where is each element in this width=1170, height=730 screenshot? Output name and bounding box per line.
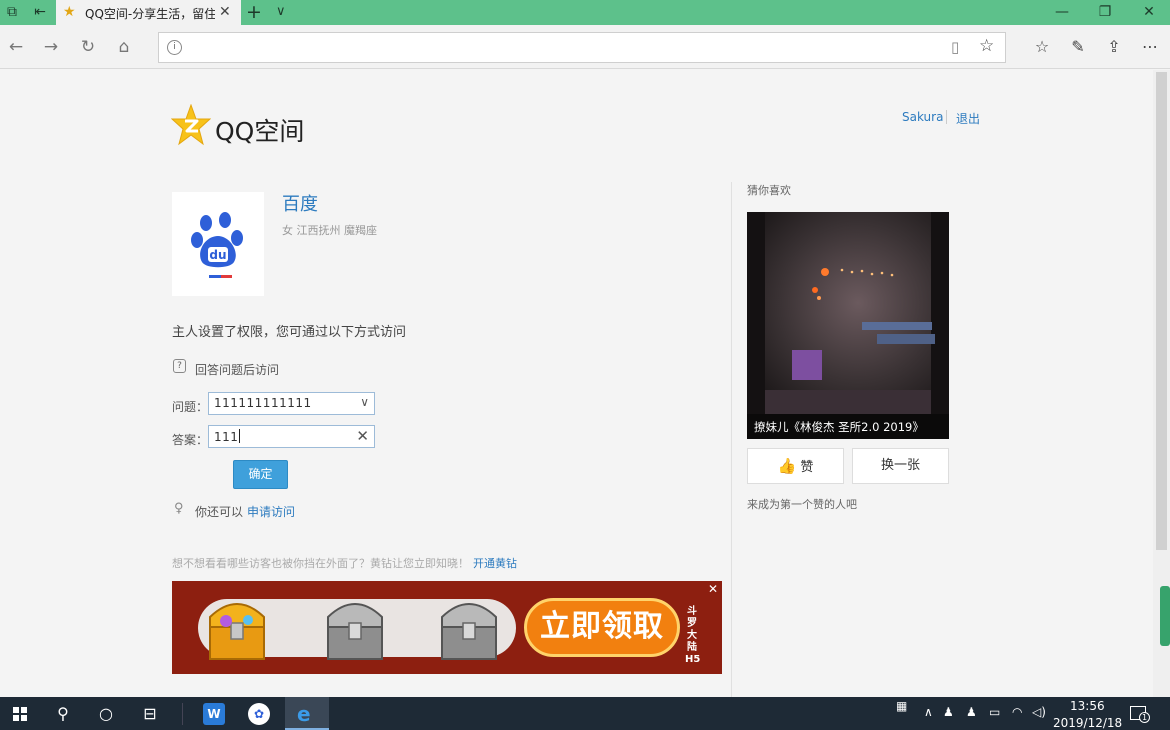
notification-badge: 1 bbox=[1139, 712, 1150, 723]
chevron-down-icon[interactable]: ∨ bbox=[360, 395, 369, 409]
clock-time[interactable]: 13:56 bbox=[1070, 699, 1105, 713]
windows-taskbar: ⚲ ○ ⊟ W ✿ e ▦ ∧ ♟ ♟ ▭ ◠ ◁) 13:56 2019/12… bbox=[0, 697, 1170, 730]
clear-input-icon[interactable]: ✕ bbox=[356, 427, 369, 445]
question-value: 111111111111 bbox=[214, 396, 312, 410]
thumbs-up-icon: 👍 bbox=[777, 457, 797, 475]
concert-photo-image bbox=[747, 212, 949, 414]
browser-tab[interactable]: ★ QQ空间-分享生活，留住感动 ✕ bbox=[56, 0, 241, 25]
photo-caption-bar: 撩妹儿《林俊杰 圣所2.0 2019》 bbox=[747, 414, 949, 439]
home-icon[interactable]: ⌂ bbox=[112, 35, 136, 59]
share-icon[interactable]: ⇪ bbox=[1102, 35, 1126, 59]
access-method-label: 回答问题后访问 bbox=[195, 363, 280, 377]
wifi-icon[interactable]: ◠ bbox=[1012, 705, 1022, 719]
show-hidden-icons-chevron-icon[interactable]: ∧ bbox=[924, 705, 933, 719]
edge-icon: e bbox=[297, 702, 311, 726]
tab-title: QQ空间-分享生活，留住感动 bbox=[85, 7, 215, 21]
tray-app-icon[interactable]: ♟ bbox=[943, 705, 954, 719]
scrollbar-thumb[interactable] bbox=[1156, 72, 1167, 550]
input-method-icon[interactable]: ▦ bbox=[896, 699, 907, 713]
lightbulb-icon: ♀ bbox=[174, 501, 184, 516]
close-window-icon[interactable]: ✕ bbox=[1134, 2, 1164, 22]
recommend-title: 猜你喜欢 bbox=[747, 184, 791, 197]
answer-input[interactable]: 111 ✕ bbox=[208, 425, 375, 448]
baidu-paw-icon: du bbox=[191, 212, 243, 278]
logout-link[interactable]: 退出 bbox=[956, 110, 980, 127]
first-like-text: 来成为第一个赞的人吧 bbox=[747, 498, 857, 511]
taskbar-divider bbox=[182, 703, 183, 725]
like-label: 赞 bbox=[800, 460, 814, 475]
game-ad-banner[interactable]: 立即领取 斗罗大陆H5 ✕ bbox=[172, 581, 722, 674]
side-widget-handle[interactable] bbox=[1160, 586, 1170, 646]
volume-icon[interactable]: ◁) bbox=[1032, 705, 1046, 719]
question-icon: ? bbox=[173, 359, 186, 373]
qzone-star-icon bbox=[171, 104, 211, 146]
favorite-star-icon[interactable]: ☆ bbox=[979, 36, 994, 56]
clock-date[interactable]: 2019/12/18 bbox=[1053, 716, 1122, 730]
set-aside-tabs-icon[interactable]: ⇤ bbox=[30, 3, 50, 22]
browser-tab-bar: ⧉ ⇤ ★ QQ空间-分享生活，留住感动 ✕ + ∨ — ❐ ✕ bbox=[0, 0, 1170, 25]
open-yellow-diamond-link[interactable]: 开通黄钻 bbox=[473, 555, 517, 571]
silver-treasure-chest-icon bbox=[441, 603, 497, 660]
edge-taskbar-button[interactable]: e bbox=[285, 697, 329, 730]
game-title: 斗罗大陆H5 bbox=[685, 606, 701, 665]
page-viewport: QQ空间 Sakura 退出 du 百度 女 江西抚州 魔羯座 主人设置了权限，… bbox=[0, 70, 1153, 697]
forward-arrow-icon[interactable]: → bbox=[39, 35, 63, 59]
apply-access-link[interactable]: 申请访问 bbox=[247, 503, 295, 520]
question-label: 问题： bbox=[172, 400, 209, 414]
recommended-photo[interactable]: 撩妹儿《林俊杰 圣所2.0 2019》 bbox=[747, 212, 949, 439]
qzone-favicon-icon: ★ bbox=[63, 4, 76, 20]
avatar[interactable]: du bbox=[172, 192, 264, 296]
pen-annotate-icon[interactable]: ✎ bbox=[1066, 35, 1090, 59]
confirm-button[interactable]: 确定 bbox=[233, 460, 288, 489]
owner-info: 女 江西抚州 魔羯座 bbox=[282, 224, 377, 237]
like-button[interactable]: 👍 赞 bbox=[747, 448, 844, 484]
close-ad-icon[interactable]: ✕ bbox=[708, 582, 718, 596]
search-icon[interactable]: ⚲ bbox=[43, 697, 83, 730]
avatar-brand-text: du bbox=[209, 248, 226, 262]
permission-notice: 主人设置了权限，您可通过以下方式访问 bbox=[172, 325, 407, 340]
task-view-icon[interactable]: ⊟ bbox=[130, 697, 170, 730]
back-arrow-icon[interactable]: ← bbox=[4, 35, 28, 59]
more-menu-icon[interactable]: ⋯ bbox=[1138, 35, 1162, 59]
text-caret bbox=[239, 429, 241, 443]
silver-treasure-chest-icon bbox=[327, 603, 383, 660]
logo-text: QQ空间 bbox=[215, 117, 305, 146]
favorites-hub-icon[interactable]: ☆ bbox=[1030, 35, 1054, 59]
reading-view-icon[interactable]: ▯ bbox=[951, 38, 959, 56]
claim-now-button[interactable]: 立即领取 bbox=[524, 598, 680, 657]
question-select[interactable]: 111111111111 ∨ bbox=[208, 392, 375, 415]
restore-icon[interactable]: ❐ bbox=[1090, 2, 1120, 22]
battery-icon[interactable]: ▭ bbox=[989, 705, 1000, 719]
switch-photo-button[interactable]: 换一张 bbox=[852, 448, 949, 484]
site-info-icon[interactable]: i bbox=[167, 40, 182, 55]
column-divider bbox=[731, 182, 732, 697]
wps-writer-icon[interactable]: W bbox=[203, 703, 225, 725]
photo-caption: 撩妹儿《林俊杰 圣所2.0 2019》 bbox=[754, 420, 924, 434]
windows-start-icon[interactable] bbox=[0, 697, 40, 730]
address-bar[interactable]: i ▯ ☆ bbox=[158, 32, 1006, 63]
tab-menu-chevron-down-icon[interactable]: ∨ bbox=[276, 1, 286, 23]
browser-toolbar: ← → ↻ ⌂ i ▯ ☆ ☆ ✎ ⇪ ⋯ bbox=[0, 25, 1170, 69]
gold-treasure-chest-icon bbox=[209, 603, 265, 660]
answer-label: 答案： bbox=[172, 433, 209, 447]
refresh-icon[interactable]: ↻ bbox=[76, 35, 100, 59]
tray-app-icon[interactable]: ♟ bbox=[966, 705, 977, 719]
header-divider bbox=[946, 110, 947, 124]
new-tab-icon[interactable]: + bbox=[246, 1, 262, 23]
yellow-diamond-promo-text: 想不想看看哪些访客也被你挡在外面了？黄钻让您立即知晓！ bbox=[172, 557, 469, 570]
cortana-icon[interactable]: ○ bbox=[86, 697, 126, 730]
baidu-app-icon[interactable]: ✿ bbox=[248, 703, 270, 725]
close-tab-icon[interactable]: ✕ bbox=[219, 3, 231, 21]
also-can-text: 你还可以 bbox=[195, 505, 244, 519]
owner-name[interactable]: 百度 bbox=[282, 190, 318, 216]
answer-value: 111 bbox=[214, 430, 239, 444]
tab-actions-icon[interactable]: ⧉ bbox=[2, 3, 22, 22]
username-link[interactable]: Sakura bbox=[902, 110, 943, 124]
minimize-icon[interactable]: — bbox=[1047, 2, 1077, 22]
